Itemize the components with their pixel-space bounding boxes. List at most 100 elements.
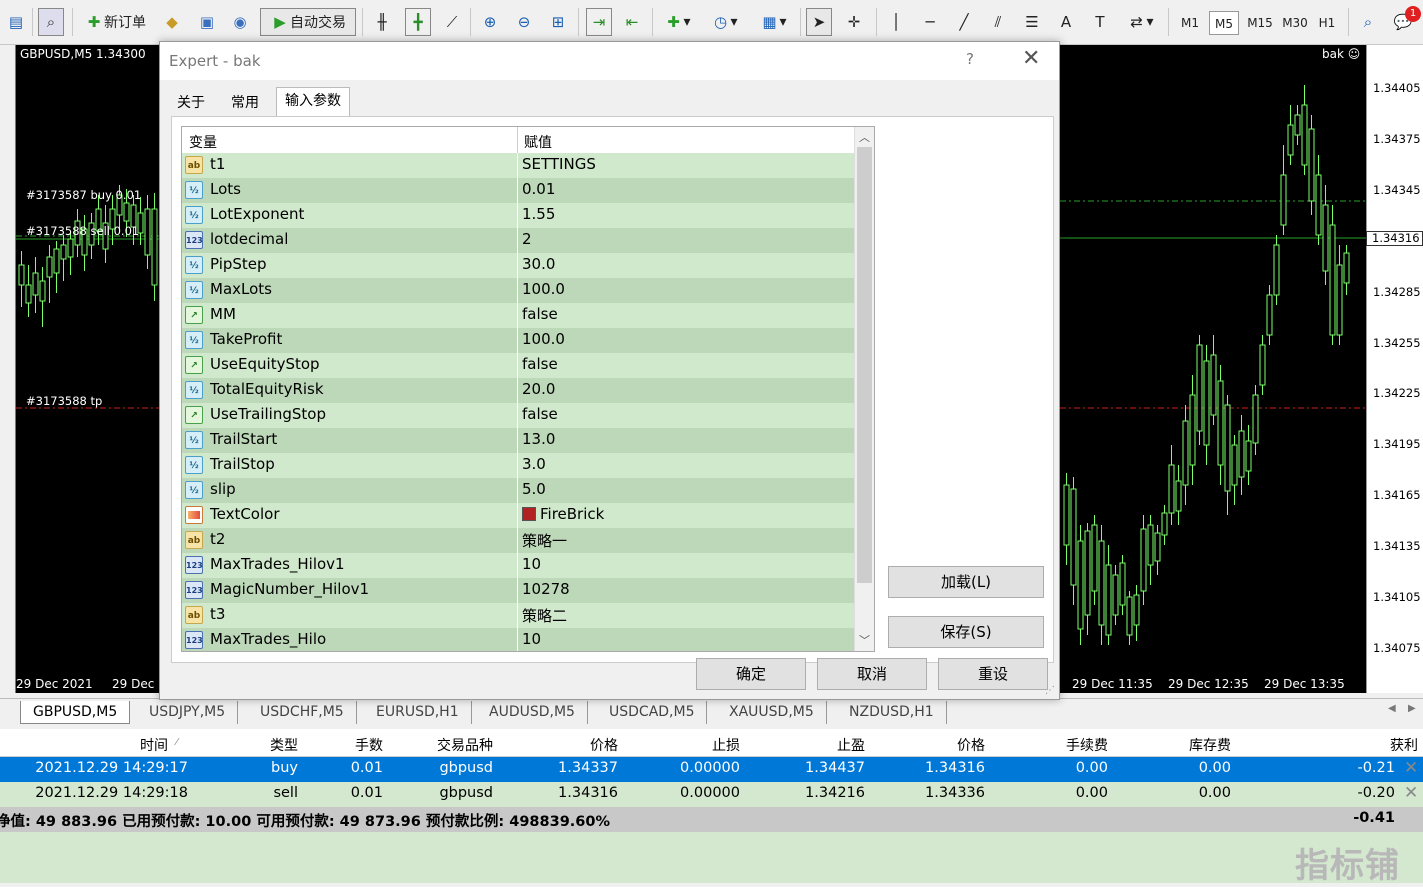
line-chart-icon[interactable]: ⟋ xyxy=(440,8,464,36)
timeframe-m15[interactable]: M15 xyxy=(1243,11,1277,35)
param-row-t2[interactable]: ab t2 策略一 xyxy=(182,528,854,553)
col-type[interactable]: 类型 xyxy=(230,735,298,755)
param-value[interactable]: SETTINGS xyxy=(522,155,596,173)
tile-windows-icon[interactable]: ⊞ xyxy=(546,8,570,36)
tab-about[interactable]: 关于 xyxy=(169,90,213,116)
col-commission[interactable]: 手续费 xyxy=(1008,735,1108,755)
param-row-pipstep[interactable]: ½ PipStep 30.0 xyxy=(182,253,854,278)
param-value[interactable]: false xyxy=(522,305,558,323)
param-row-textcolor[interactable]: TextColor FireBrick xyxy=(182,503,854,528)
param-value[interactable]: 13.0 xyxy=(522,430,555,448)
close-order-icon[interactable]: ✕ xyxy=(1404,758,1418,778)
param-row-lotdecimal[interactable]: 123 lotdecimal 2 xyxy=(182,228,854,253)
crosshair-icon[interactable]: ✛ xyxy=(842,8,866,36)
symbol-tab-usdcad[interactable]: USDCAD,M5 xyxy=(597,701,708,724)
symbol-tab-audusd[interactable]: AUDUSD,M5 xyxy=(477,701,588,724)
periods-clock-icon[interactable]: ◷ ▾ xyxy=(706,8,742,36)
param-row-useequitystop[interactable]: ↗ UseEquityStop false xyxy=(182,353,854,378)
resize-grip-icon[interactable]: ⋰ xyxy=(1045,685,1055,696)
param-row-usetrailingstop[interactable]: ↗ UseTrailingStop false xyxy=(182,403,854,428)
param-row-t1[interactable]: ab t1 SETTINGS xyxy=(182,153,854,178)
param-value[interactable]: false xyxy=(522,405,558,423)
horizontal-line-icon[interactable]: ─ xyxy=(918,8,942,36)
auto-trade-button[interactable]: ▶ 自动交易 xyxy=(260,8,356,36)
price-chart-left[interactable]: GBPUSD,M5 1.34300 #3173587 buy 0.01 #317… xyxy=(15,45,161,693)
param-row-lots[interactable]: ½ Lots 0.01 xyxy=(182,178,854,203)
param-row-maxlots[interactable]: ½ MaxLots 100.0 xyxy=(182,278,854,303)
col-value[interactable]: 赋值 xyxy=(524,132,552,152)
save-button[interactable]: 保存(S) xyxy=(888,616,1044,648)
dialog-title-bar[interactable]: Expert - bak ? ✕ xyxy=(160,42,1059,80)
param-value[interactable]: 20.0 xyxy=(522,380,555,398)
equidistant-channel-icon[interactable]: ⫽ xyxy=(986,8,1010,36)
param-row-maxtrades_hilov1[interactable]: 123 MaxTrades_Hilov1 10 xyxy=(182,553,854,578)
param-value[interactable]: 10 xyxy=(522,555,541,573)
col-sl[interactable]: 止损 xyxy=(640,735,740,755)
param-row-mm[interactable]: ↗ MM false xyxy=(182,303,854,328)
param-value[interactable]: FireBrick xyxy=(522,505,604,523)
symbol-tab-eurusd[interactable]: EURUSD,H1 xyxy=(364,701,472,724)
close-button[interactable]: ✕ xyxy=(1022,46,1040,71)
templates-icon[interactable]: ▦ ▾ xyxy=(754,8,792,36)
symbol-tab-usdjpy[interactable]: USDJPY,M5 xyxy=(137,701,239,724)
param-value[interactable]: 30.0 xyxy=(522,255,555,273)
navigator-icon[interactable]: ▣ xyxy=(195,8,219,36)
param-row-lotexponent[interactable]: ½ LotExponent 1.55 xyxy=(182,203,854,228)
eraser-icon[interactable]: ◆ xyxy=(160,8,184,36)
trade-row[interactable]: 2021.12.29 14:29:17 buy 0.01 gbpusd 1.34… xyxy=(0,757,1423,782)
param-value[interactable]: 100.0 xyxy=(522,280,565,298)
param-row-t3[interactable]: ab t3 策略二 xyxy=(182,603,854,628)
timeframe-h1[interactable]: H1 xyxy=(1312,11,1342,35)
candlestick-icon[interactable]: ╋ xyxy=(405,8,431,36)
symbol-tab-xauusd[interactable]: XAUUSD,M5 xyxy=(717,701,827,724)
close-order-icon[interactable]: ✕ xyxy=(1404,783,1418,803)
col-profit[interactable]: 获利 xyxy=(1318,735,1418,755)
timeframe-m30[interactable]: M30 xyxy=(1278,11,1312,35)
col-time[interactable]: 时间 xyxy=(100,735,168,755)
help-button[interactable]: ? xyxy=(966,50,974,68)
zoom-in-icon[interactable]: ⊕ xyxy=(478,8,502,36)
param-value[interactable]: 3.0 xyxy=(522,455,546,473)
scroll-down-icon[interactable]: ﹀ xyxy=(859,632,870,648)
text-label-icon[interactable]: T xyxy=(1088,8,1112,36)
zoom-out-icon[interactable]: ⊖ xyxy=(512,8,536,36)
new-order-button[interactable]: ✚ 新订单 xyxy=(78,8,152,36)
text-icon[interactable]: A xyxy=(1054,8,1078,36)
vertical-line-icon[interactable]: │ xyxy=(884,8,908,36)
col-current-price[interactable]: 价格 xyxy=(885,735,985,755)
param-row-maxtrades_hilo[interactable]: 123 MaxTrades_Hilo 10 xyxy=(182,628,854,651)
param-row-takeprofit[interactable]: ½ TakeProfit 100.0 xyxy=(182,328,854,353)
col-variable[interactable]: 变量 xyxy=(189,132,217,152)
arrows-icon[interactable]: ⇄ ▾ xyxy=(1120,8,1160,36)
reset-button[interactable]: 重设 xyxy=(938,658,1048,690)
tab-inputs[interactable]: 输入参数 xyxy=(276,87,350,117)
param-value[interactable]: 策略二 xyxy=(522,605,567,626)
col-lots[interactable]: 手数 xyxy=(315,735,383,755)
param-value[interactable]: 10278 xyxy=(522,580,570,598)
fibonacci-icon[interactable]: ☰ xyxy=(1020,8,1044,36)
tab-scroll-left-icon[interactable]: ◀ xyxy=(1388,703,1396,714)
scrollbar-thumb[interactable] xyxy=(857,147,872,583)
auto-scroll-icon[interactable]: ⇥ xyxy=(586,8,612,36)
scroll-up-icon[interactable]: ︿ xyxy=(859,129,870,145)
param-row-magicnumber_hilov1[interactable]: 123 MagicNumber_Hilov1 10278 xyxy=(182,578,854,603)
param-value[interactable]: false xyxy=(522,355,558,373)
symbol-tab-usdchf[interactable]: USDCHF,M5 xyxy=(248,701,357,724)
signals-icon[interactable]: ◉ xyxy=(228,8,252,36)
strategy-tester-icon[interactable]: ⌕ xyxy=(38,8,64,36)
tab-scroll-right-icon[interactable]: ▶ xyxy=(1408,703,1416,714)
param-row-trailstop[interactable]: ½ TrailStop 3.0 xyxy=(182,453,854,478)
trade-row[interactable]: 2021.12.29 14:29:18 sell 0.01 gbpusd 1.3… xyxy=(0,782,1423,807)
price-chart-right[interactable]: bak ☺ xyxy=(1060,45,1367,693)
symbol-tab-gbpusd[interactable]: GBPUSD,M5 xyxy=(20,701,131,724)
param-value[interactable]: 策略一 xyxy=(522,530,567,551)
param-value[interactable]: 1.55 xyxy=(522,205,555,223)
param-value[interactable]: 10 xyxy=(522,630,541,648)
cursor-icon[interactable]: ➤ xyxy=(806,8,832,36)
col-tp[interactable]: 止盈 xyxy=(765,735,865,755)
param-row-trailstart[interactable]: ½ TrailStart 13.0 xyxy=(182,428,854,453)
param-value[interactable]: 5.0 xyxy=(522,480,546,498)
col-symbol[interactable]: 交易品种 xyxy=(393,735,493,755)
chat-icon[interactable]: 💬 1 xyxy=(1388,6,1421,36)
tab-common[interactable]: 常用 xyxy=(223,90,267,116)
